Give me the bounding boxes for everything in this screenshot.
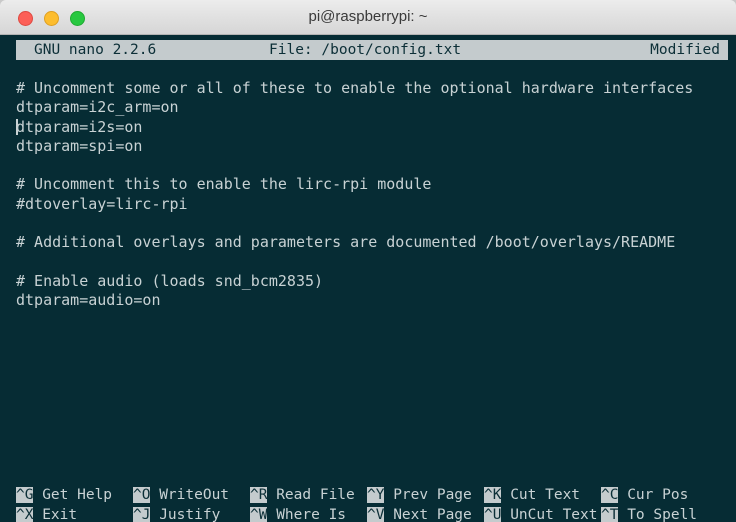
shortcut-exit[interactable]: ^X Exit (16, 506, 77, 522)
shortcut-label: Prev Page (393, 487, 472, 503)
nano-version: GNU nano 2.2.6 (34, 42, 157, 58)
shortcut-label: Exit (42, 506, 78, 522)
shortcut-key: ^K (484, 487, 502, 503)
terminal-area[interactable]: GNU nano 2.2.6 File: /boot/config.txt Mo… (0, 35, 736, 522)
shortcut-uncut-text[interactable]: ^U UnCut Text (484, 506, 598, 522)
shortcut-cur-pos[interactable]: ^C Cur Pos (601, 486, 688, 506)
shortcut-key: ^R (250, 487, 268, 503)
shortcut-label: To Spell (627, 506, 698, 522)
shortcut-label: Where Is (276, 506, 347, 522)
shortcut-key: ^U (484, 506, 502, 522)
editor-line[interactable] (16, 214, 693, 233)
shortcut-label: Next Page (393, 506, 472, 522)
editor-line[interactable]: #dtoverlay=lirc-rpi (16, 195, 693, 214)
shortcut-key: ^Y (367, 487, 385, 503)
editor-line[interactable]: dtparam=i2c_arm=on (16, 98, 693, 117)
shortcut-label: Cut Text (510, 487, 581, 503)
shortcut-key: ^C (601, 487, 619, 503)
shortcut-label: Cur Pos (627, 487, 689, 503)
editor-line[interactable]: # Enable audio (loads snd_bcm2835) (16, 272, 693, 291)
editor-line[interactable]: dtparam=spi=on (16, 137, 693, 156)
shortcut-label: Read File (276, 487, 355, 503)
shortcut-key: ^T (601, 506, 619, 522)
shortcut-to-spell[interactable]: ^T To Spell (601, 506, 697, 522)
window-title: pi@raspberrypi: ~ (308, 8, 428, 25)
shortcut-key: ^J (133, 506, 151, 522)
shortcut-prev-page[interactable]: ^Y Prev Page (367, 486, 472, 506)
shortcut-key: ^X (16, 506, 34, 522)
modified-status: Modified (650, 42, 720, 58)
editor-line[interactable] (16, 253, 693, 272)
shortcut-key: ^W (250, 506, 268, 522)
shortcut-read-file[interactable]: ^R Read File (250, 486, 355, 506)
shortcut-justify[interactable]: ^J Justify (133, 506, 220, 522)
window-titlebar[interactable]: pi@raspberrypi: ~ (0, 0, 736, 35)
shortcut-cut-text[interactable]: ^K Cut Text (484, 486, 580, 506)
editor-line[interactable] (16, 156, 693, 175)
shortcut-key: ^V (367, 506, 385, 522)
editor-content[interactable]: # Uncomment some or all of these to enab… (16, 79, 693, 311)
editor-line[interactable]: # Uncomment some or all of these to enab… (16, 79, 693, 98)
shortcut-next-page[interactable]: ^V Next Page (367, 506, 472, 522)
shortcut-key: ^G (16, 487, 34, 503)
shortcut-label: UnCut Text (510, 506, 598, 522)
shortcut-where-is[interactable]: ^W Where Is (250, 506, 346, 522)
shortcut-writeout[interactable]: ^O WriteOut (133, 486, 229, 506)
terminal-window: pi@raspberrypi: ~ GNU nano 2.2.6 File: /… (0, 0, 736, 522)
editor-line[interactable]: # Uncomment this to enable the lirc-rpi … (16, 175, 693, 194)
editor-line[interactable]: dtparam=i2s=on (16, 118, 693, 137)
text-cursor (16, 119, 18, 135)
editor-line[interactable]: dtparam=audio=on (16, 291, 693, 310)
shortcut-label: WriteOut (159, 487, 230, 503)
file-name: File: /boot/config.txt (269, 42, 462, 58)
editor-line[interactable]: # Additional overlays and parameters are… (16, 233, 693, 252)
shortcut-label: Justify (159, 506, 221, 522)
nano-header-bar: GNU nano 2.2.6 File: /boot/config.txt Mo… (16, 40, 728, 60)
shortcut-get-help[interactable]: ^G Get Help (16, 486, 112, 506)
shortcut-label: Get Help (42, 487, 113, 503)
shortcut-key: ^O (133, 487, 151, 503)
